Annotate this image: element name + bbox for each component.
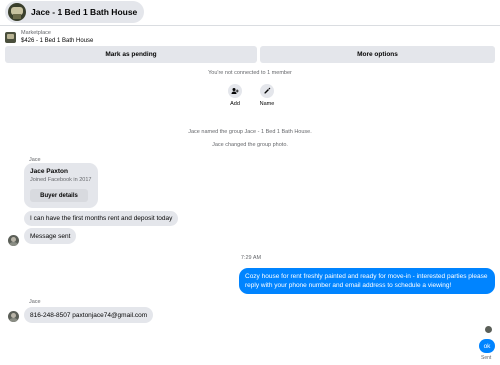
mark-as-pending-button[interactable]: Mark as pending: [5, 46, 257, 63]
pencil-icon[interactable]: [260, 84, 274, 98]
message-bubble-outgoing[interactable]: Cozy house for rent freshly painted and …: [239, 268, 495, 294]
group-photo-event: Jace changed the group photo.: [212, 142, 288, 148]
buyer-details-button[interactable]: Buyer details: [30, 189, 88, 202]
add-member-action[interactable]: Add: [224, 84, 246, 107]
listing-summary: $426 - 1 Bed 1 Bath House: [21, 38, 94, 44]
listing-thumbnail: [5, 31, 16, 43]
connection-note: You're not connected to 1 member: [208, 70, 292, 76]
buyer-joined: Joined Facebook in 2017: [30, 177, 92, 183]
sender-avatar-2[interactable]: [8, 311, 19, 322]
more-options-button[interactable]: More options: [260, 46, 495, 63]
group-renamed-event: Jace named the group Jace - 1 Bed 1 Bath…: [188, 129, 312, 135]
listing-source-label: Marketplace: [21, 30, 51, 36]
message-bubble-contact[interactable]: 816-248-8507 paxtonjace74@gmail.com: [24, 307, 154, 323]
marketplace-listing[interactable]: Marketplace $426 - 1 Bed 1 Bath House: [5, 29, 93, 45]
sender-avatar[interactable]: [8, 235, 19, 246]
message-timestamp: 7:29 AM: [240, 255, 262, 261]
name-group-action[interactable]: Name: [256, 84, 278, 107]
message-bubble-sent[interactable]: Message sent: [24, 228, 77, 244]
buyer-profile-card: Jace Paxton Joined Facebook in 2017 Buye…: [24, 163, 98, 208]
name-label: Name: [259, 101, 275, 107]
header-divider: [0, 25, 500, 26]
group-photo: [8, 3, 26, 21]
buyer-name: Jace Paxton: [30, 168, 68, 175]
conversation-title-button[interactable]: Jace - 1 Bed 1 Bath House: [5, 1, 145, 23]
message-bubble-rent[interactable]: I can have the first months rent and dep…: [24, 211, 179, 226]
message-bubble-ok[interactable]: ok: [479, 339, 495, 353]
sender-name-2: Jace: [29, 299, 41, 305]
seen-avatar: [485, 326, 492, 333]
add-label: Add: [230, 101, 240, 107]
conversation-header: Jace - 1 Bed 1 Bath House: [0, 0, 500, 26]
conversation-title: Jace - 1 Bed 1 Bath House: [31, 7, 138, 17]
add-person-icon[interactable]: [228, 84, 242, 98]
delivery-status: Sent: [481, 355, 492, 361]
